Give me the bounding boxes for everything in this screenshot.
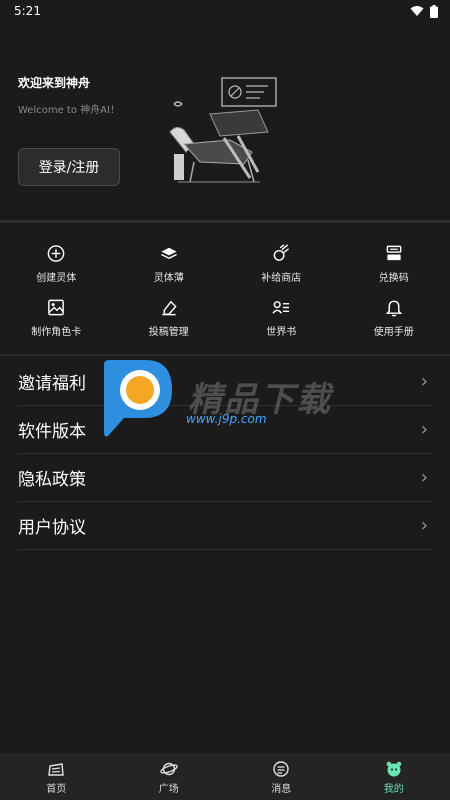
welcome-title: 欢迎来到神舟 [18,76,91,90]
grid-item-supply-store[interactable]: 补给商店 [225,244,338,284]
status-bar: 5:21 [0,0,450,22]
nav-label: 我的 [383,784,404,795]
menu-item-label: 软件版本 [18,422,86,442]
grid-label: 创建灵体 [36,273,77,284]
grid-item-spirit-book[interactable]: 灵体薄 [113,244,226,284]
chevron-right-icon: › [420,419,428,440]
eraser-icon [162,300,177,316]
chevron-right-icon: › [420,467,428,488]
person-list-icon [272,301,290,314]
nav-tab-messages[interactable]: 消息 [225,755,338,800]
nav-tab-plaza[interactable]: 广场 [113,755,226,800]
menu-item-label: 邀请福利 [18,374,86,394]
grid-label: 制作角色卡 [31,327,82,338]
meteor-icon [273,244,290,261]
grid-label: 兑换码 [378,273,409,284]
grid-item-world-book[interactable]: 世界书 [225,298,338,338]
status-icons [410,4,438,18]
nav-tab-mine[interactable]: 我的 [338,755,450,800]
settings-menu: 邀请福利 › 软件版本 › 隐私政策 › 用户协议 › [18,358,432,550]
plus-circle-icon [47,245,65,262]
menu-item-software-version[interactable]: 软件版本 › [18,406,432,454]
code-box-icon [386,245,402,261]
nav-tab-home[interactable]: 首页 [0,755,113,800]
grid-label: 补给商店 [261,273,302,284]
bell-icon [385,300,403,317]
bottom-nav: 首页 广场 消息 我的 [0,754,450,800]
menu-item-label: 用户协议 [18,518,86,538]
chevron-right-icon: › [420,515,428,536]
home-icon [48,763,65,776]
grid-label: 使用手册 [373,327,414,338]
planet-icon [160,762,178,776]
wifi-icon [410,6,424,16]
hero-illustration [169,77,277,183]
image-icon [48,299,65,316]
section-divider-middle [0,354,450,356]
stack-icon [160,247,177,260]
grid-item-redeem-code[interactable]: 兑换码 [338,244,450,284]
section-divider-top [0,220,450,223]
menu-item-label: 隐私政策 [18,470,86,490]
grid-label: 投稿管理 [148,327,189,338]
status-time: 5:21 [14,4,41,18]
grid-item-create-spirit[interactable]: 创建灵体 [0,244,113,284]
welcome-subtitle: Welcome to 神舟AI！ [18,105,120,116]
grid-item-submission-management[interactable]: 投稿管理 [113,298,226,338]
chevron-right-icon: › [420,371,428,392]
profile-icon [386,761,402,777]
grid-item-make-character-card[interactable]: 制作角色卡 [0,298,113,338]
nav-label: 广场 [158,784,179,795]
login-register-button[interactable]: 登录/注册 [18,148,120,186]
message-icon [273,761,289,777]
grid-label: 世界书 [266,327,297,338]
battery-icon [430,4,438,18]
feature-grid: 创建灵体 灵体薄 补给商店 兑换码 制作角色卡 投稿管理 世界书 使用手册 [0,244,450,338]
menu-item-privacy-policy[interactable]: 隐私政策 › [18,454,432,502]
menu-item-invite-rewards[interactable]: 邀请福利 › [18,358,432,406]
grid-item-user-manual[interactable]: 使用手册 [338,298,450,338]
grid-label: 灵体薄 [153,273,184,284]
menu-item-user-agreement[interactable]: 用户协议 › [18,502,432,550]
nav-label: 消息 [271,784,292,795]
nav-label: 首页 [46,784,67,795]
